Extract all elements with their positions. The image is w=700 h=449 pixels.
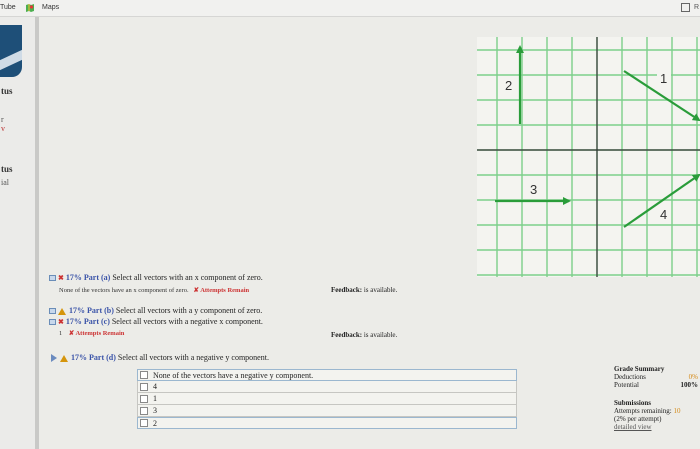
choice-3[interactable]: 3	[137, 405, 517, 417]
maps-icon	[26, 4, 34, 12]
checkbox[interactable]	[140, 406, 148, 415]
choice-4[interactable]: 4	[137, 381, 517, 393]
site-logo	[0, 25, 22, 77]
detailed-view-link[interactable]: detailed view	[614, 423, 698, 431]
part-d-prompt: Select all vectors with a negative y com…	[117, 353, 269, 362]
grade-summary: Grade Summary Deductions 0% Potential 100%…	[614, 365, 698, 431]
part-a-percent: 17%	[65, 273, 82, 282]
vector-3-label: 3	[530, 182, 537, 197]
part-c-feedback[interactable]: Feedback: is available.	[331, 331, 397, 339]
vector-2-label: 2	[505, 78, 512, 93]
error-x-icon: ✖	[58, 274, 64, 283]
checkbox[interactable]	[140, 371, 148, 379]
bookmark-youtube[interactable]: Tube	[0, 4, 16, 11]
sidebar-item-r[interactable]: r	[1, 115, 4, 124]
grade-summary-title: Grade Summary	[614, 365, 665, 373]
attempts-row: Attempts remaining: 10	[614, 407, 681, 415]
part-d-percent: 17%	[71, 353, 87, 362]
deductions-row: Deductions 0%	[614, 373, 698, 381]
warning-icon	[60, 354, 68, 362]
part-a-answer-row: None of the vectors have an x component …	[59, 286, 249, 294]
part-b-header[interactable]: 17% Part (b) Select all vectors with a y…	[49, 306, 262, 315]
part-a-answer: None of the vectors have an x component …	[59, 287, 189, 294]
choice-1[interactable]: 1	[137, 393, 517, 405]
bookmarks-bar: Tube Maps R	[0, 0, 700, 17]
part-d-choice-list: None of the vectors have a negative y co…	[137, 369, 517, 429]
sidebar-item-status[interactable]: tus	[1, 86, 13, 96]
sidebar-item-ial[interactable]: ial	[1, 178, 9, 187]
part-b-percent: 17%	[69, 306, 85, 315]
part-a-label: Part (a)	[83, 273, 111, 282]
sidebar: tus r v tus ial	[0, 17, 35, 449]
vector-4-label: 4	[660, 207, 667, 222]
choice-2[interactable]: 2	[137, 417, 517, 429]
part-c-percent: 17%	[65, 317, 82, 326]
potential-row: Potential 100%	[614, 381, 698, 389]
part-b-label: Part (b)	[87, 306, 114, 315]
checkbox[interactable]	[140, 394, 148, 403]
part-c-answer-row: 1 ✘ Attempts Remain	[59, 329, 124, 337]
collapse-box-icon[interactable]	[49, 308, 56, 315]
checkbox[interactable]	[140, 419, 148, 427]
per-attempt: (2% per attempt)	[614, 415, 662, 423]
choice-none[interactable]: None of the vectors have a negative y co…	[137, 369, 517, 381]
sidebar-item-status-2[interactable]: tus	[1, 164, 13, 174]
part-a-feedback[interactable]: Feedback: is available.	[331, 286, 397, 294]
part-c-answer: 1	[59, 330, 63, 337]
problem-panel: +x 1 2 3 4 ✖17% Part (a) Select all vect…	[39, 17, 700, 449]
part-c-status: ✘ Attempts Remain	[68, 330, 125, 337]
vector-graph: +x 1 2 3 4	[477, 37, 700, 277]
submissions-title: Submissions	[614, 399, 651, 407]
part-c-prompt: Select all vectors with a negative x com…	[111, 317, 263, 326]
part-a-status: ✘ Attempts Remain	[193, 287, 250, 294]
error-x-icon: ✖	[58, 318, 64, 327]
reader-mode-icon[interactable]	[681, 3, 690, 12]
part-c-header[interactable]: ✖ 17% Part (c) Select all vectors with a …	[49, 317, 263, 326]
bookmark-maps[interactable]: Maps	[42, 4, 59, 11]
collapse-box-icon[interactable]	[49, 319, 56, 326]
part-c-label: Part (c)	[83, 317, 110, 326]
expand-arrow-icon[interactable]	[51, 354, 57, 363]
sidebar-item-v[interactable]: v	[1, 124, 5, 133]
collapse-box-icon[interactable]	[49, 275, 56, 282]
part-b-prompt: Select all vectors with a y component of…	[115, 306, 263, 315]
corner-letter: R	[693, 4, 699, 11]
part-d-label: Part (d)	[89, 353, 116, 362]
part-a-prompt: Select all vectors with an x component o…	[112, 273, 263, 282]
part-a-header[interactable]: ✖ 17% Part (a) Select all vectors with an…	[49, 273, 263, 282]
checkbox[interactable]	[140, 382, 148, 391]
vector-1-label: 1	[660, 71, 667, 86]
warning-icon	[58, 307, 66, 315]
part-d-header[interactable]: 17% Part (d) Select all vectors with a n…	[51, 353, 269, 363]
